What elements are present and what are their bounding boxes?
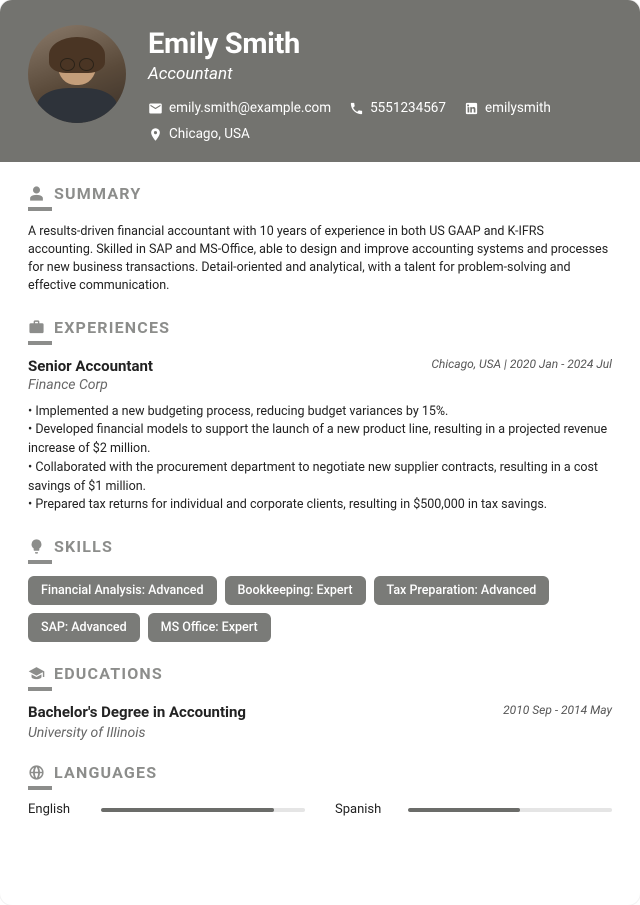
experience-bullet: • Collaborated with the procurement depa… <box>28 459 612 497</box>
experience-title: Senior Accountant <box>28 357 153 375</box>
avatar <box>28 25 126 123</box>
summary-text: A results-driven financial accountant wi… <box>28 223 612 296</box>
globe-icon <box>28 764 45 781</box>
section-underline <box>28 560 52 564</box>
education-school: University of Illinois <box>28 725 612 741</box>
experience-bullet: • Prepared tax returns for individual an… <box>28 496 612 515</box>
email-icon <box>148 101 163 116</box>
experience-item: Senior Accountant Chicago, USA | 2020 Ja… <box>28 357 612 516</box>
language-name: Spanish <box>335 802 390 817</box>
experience-bullet: • Implemented a new budgeting process, r… <box>28 403 612 422</box>
educations-heading: EDUCATIONS <box>54 664 163 683</box>
skills-heading: SKILLS <box>54 537 113 556</box>
skill-chip: SAP: Advanced <box>28 613 140 642</box>
phone-icon <box>349 101 364 116</box>
graduation-icon <box>28 665 45 682</box>
education-item: Bachelor's Degree in Accounting 2010 Sep… <box>28 703 612 741</box>
experiences-section: EXPERIENCES Senior Accountant Chicago, U… <box>28 318 612 516</box>
languages-heading: LANGUAGES <box>54 763 157 782</box>
location-text: Chicago, USA <box>169 126 250 142</box>
briefcase-icon <box>28 319 45 336</box>
skill-chip: MS Office: Expert <box>148 613 271 642</box>
bulb-icon <box>28 538 45 555</box>
summary-heading: SUMMARY <box>54 184 142 203</box>
experience-bullets: • Implemented a new budgeting process, r… <box>28 403 612 516</box>
skill-chip: Tax Preparation: Advanced <box>374 576 550 605</box>
linkedin-text: emilysmith <box>485 100 551 116</box>
section-underline <box>28 687 52 691</box>
section-underline <box>28 786 52 790</box>
skills-section: SKILLS Financial Analysis: Advanced Bookk… <box>28 537 612 642</box>
contacts: emily.smith@example.com 5551234567 emily… <box>148 100 612 142</box>
header: Emily Smith Accountant emily.smith@examp… <box>0 0 640 162</box>
name: Emily Smith <box>148 27 612 61</box>
email-text: emily.smith@example.com <box>169 100 331 116</box>
person-icon <box>28 185 45 202</box>
linkedin-icon <box>464 101 479 116</box>
language-fill <box>101 808 274 812</box>
language-name: English <box>28 802 83 817</box>
contact-linkedin: emilysmith <box>464 100 551 116</box>
languages-list: English Spanish <box>28 802 612 817</box>
experience-company: Finance Corp <box>28 377 612 393</box>
education-dates: 2010 Sep - 2014 May <box>503 703 612 717</box>
languages-section: LANGUAGES English Spanish <box>28 763 612 817</box>
job-title: Accountant <box>148 64 612 84</box>
education-degree: Bachelor's Degree in Accounting <box>28 703 246 721</box>
skills-chips: Financial Analysis: Advanced Bookkeeping:… <box>28 576 612 642</box>
contact-email: emily.smith@example.com <box>148 100 331 116</box>
body: SUMMARY A results-driven financial accou… <box>0 162 640 845</box>
contact-location: Chicago, USA <box>148 126 250 142</box>
language-fill <box>408 808 520 812</box>
section-underline <box>28 207 52 211</box>
experience-bullet: • Developed financial models to support … <box>28 421 612 459</box>
header-info: Emily Smith Accountant emily.smith@examp… <box>148 25 612 142</box>
educations-section: EDUCATIONS Bachelor's Degree in Accounti… <box>28 664 612 741</box>
skill-chip: Bookkeeping: Expert <box>225 576 366 605</box>
resume-page: Emily Smith Accountant emily.smith@examp… <box>0 0 640 905</box>
contact-phone: 5551234567 <box>349 100 446 116</box>
section-underline <box>28 341 52 345</box>
experience-meta: Chicago, USA | 2020 Jan - 2024 Jul <box>431 357 612 371</box>
location-icon <box>148 127 163 142</box>
language-item: English <box>28 802 305 817</box>
skill-chip: Financial Analysis: Advanced <box>28 576 217 605</box>
language-bar <box>408 808 612 812</box>
summary-section: SUMMARY A results-driven financial accou… <box>28 184 612 296</box>
language-item: Spanish <box>335 802 612 817</box>
phone-text: 5551234567 <box>370 100 446 116</box>
language-bar <box>101 808 305 812</box>
experiences-heading: EXPERIENCES <box>54 318 170 337</box>
